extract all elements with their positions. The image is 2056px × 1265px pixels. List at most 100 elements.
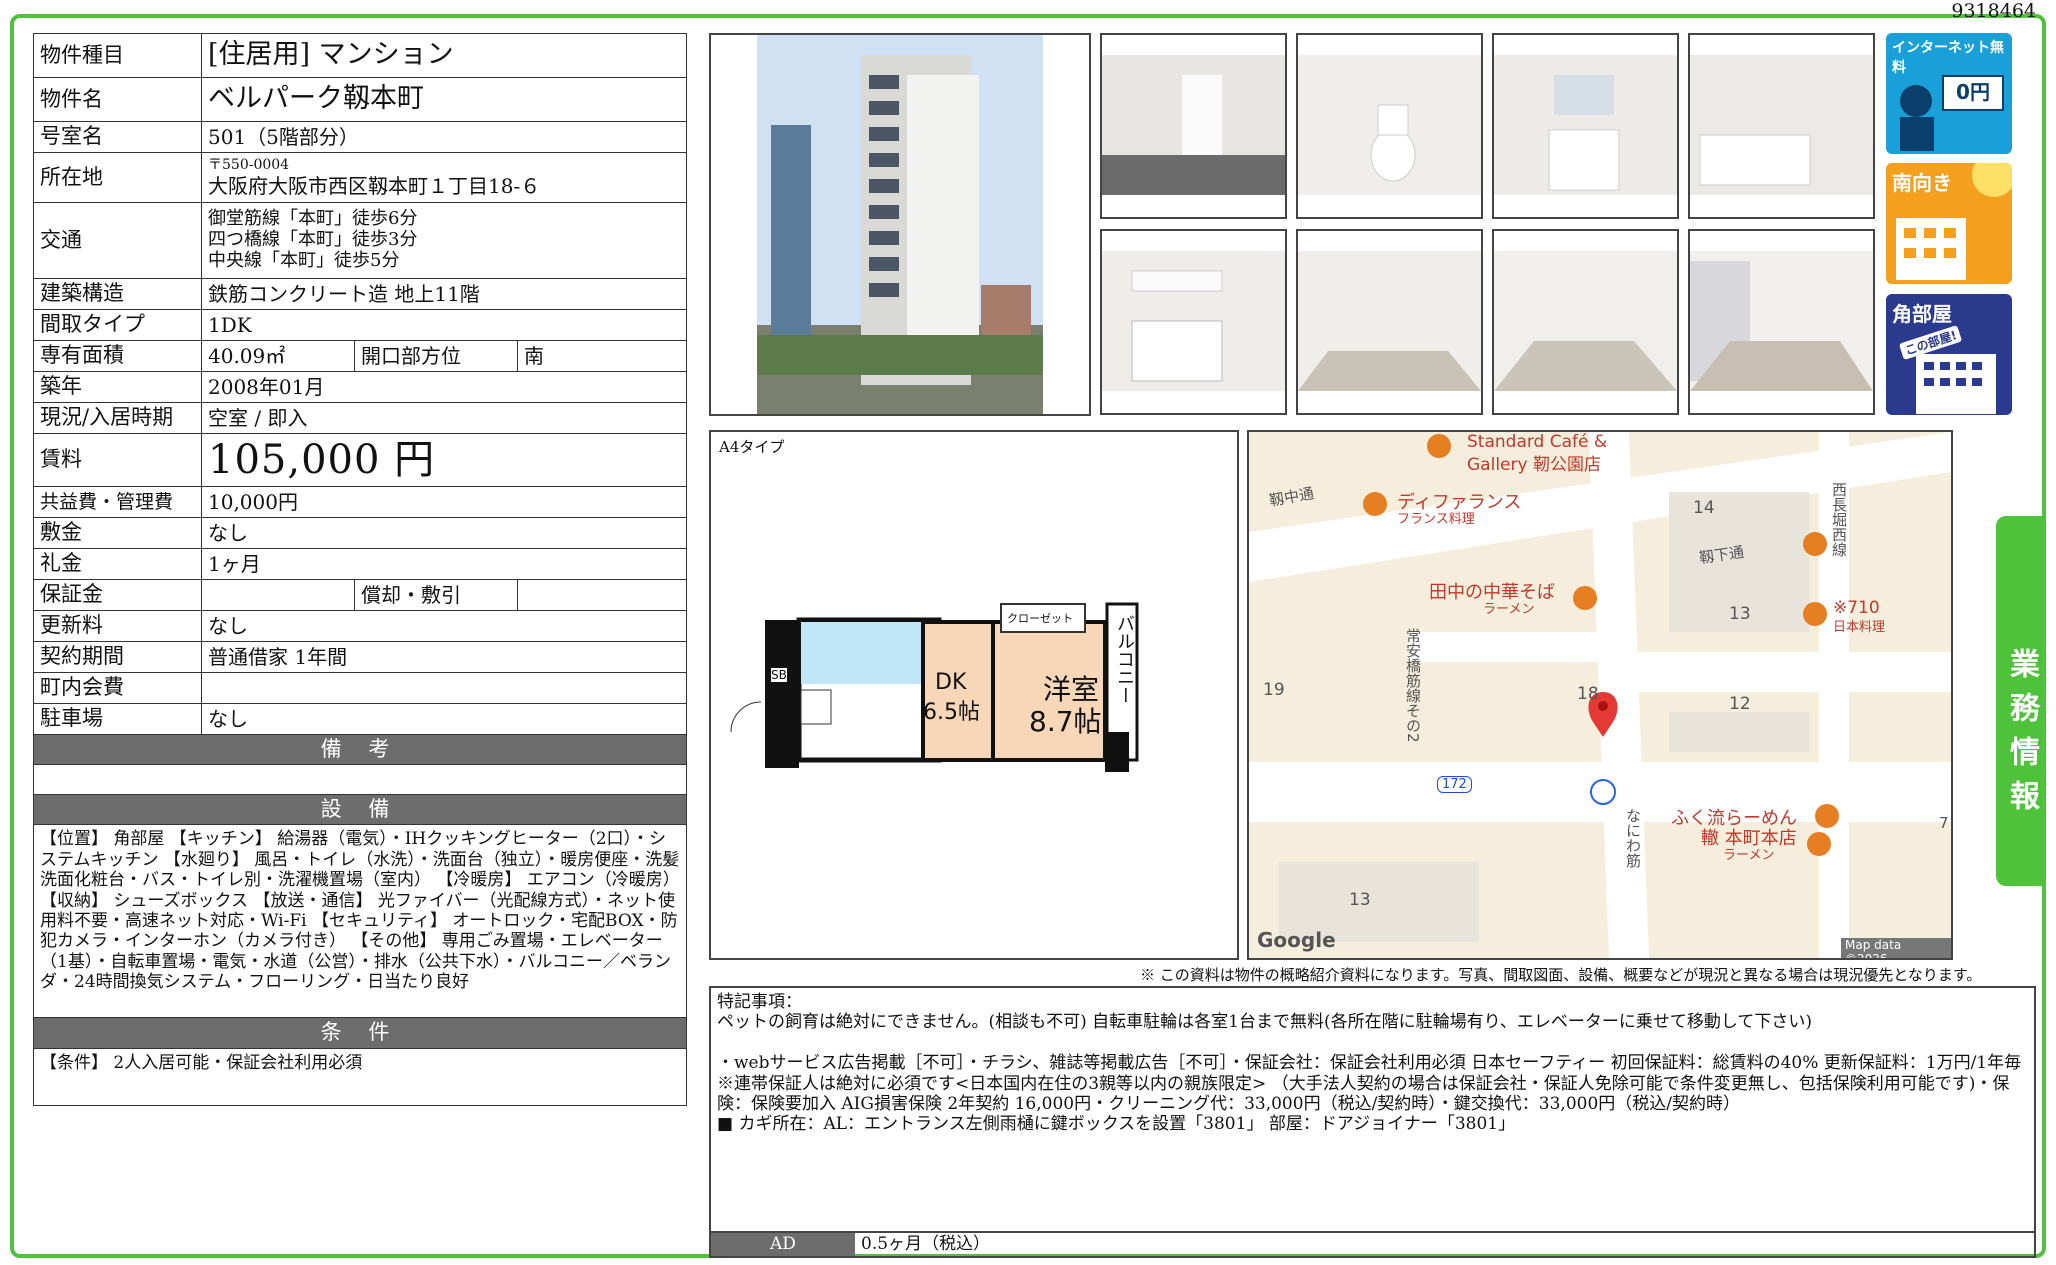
map-block-number: 13 <box>1729 604 1751 624</box>
rent-label: 賃料 <box>33 433 202 487</box>
transport-line: 中央線「本町」徒歩5分 <box>208 249 400 271</box>
rent-value: 105,000 円 <box>201 433 687 487</box>
deposit-label: 敷金 <box>33 517 202 549</box>
room-photo-entrance <box>1100 33 1287 219</box>
amort-value <box>517 579 687 611</box>
room-photo-bathroom <box>1688 33 1875 219</box>
town-fee-value <box>201 672 687 704</box>
guarantee-label: 保証金 <box>33 579 202 611</box>
contract-value: 普通借家 1年間 <box>201 641 687 673</box>
type-value: [住居用] マンション <box>201 33 687 78</box>
property-table: 物件種目 [住居用] マンション 物件名 ベルパーク靱本町 号室名 501（5階部分）… <box>33 33 687 1106</box>
renewal-label: 更新料 <box>33 610 202 642</box>
map-block-number: 18 <box>1577 684 1599 704</box>
map-road-label: なにわ筋 <box>1624 808 1642 868</box>
fee-label: 共益費・管理費 <box>33 486 202 518</box>
business-info-tab[interactable]: 業務情報 <box>1996 516 2046 886</box>
structure-label: 建築構造 <box>33 278 202 310</box>
ad-row: AD 0.5ヶ月（税込） <box>709 1231 2036 1258</box>
facing-label: 開口部方位 <box>354 340 518 372</box>
location-map[interactable]: Standard Café & Gallery 靭公園店 ディファランス フラン… <box>1247 430 1953 960</box>
room-photo-dk <box>1296 229 1483 415</box>
map-poi: フランス料理 <box>1397 512 1475 527</box>
remarks-body <box>33 764 687 796</box>
name-value: ベルパーク靱本町 <box>201 77 687 122</box>
renewal-value: なし <box>201 610 687 642</box>
room-photo-kitchen <box>1100 229 1287 415</box>
western-room-size: 8.7帖 <box>1029 705 1102 738</box>
map-block-number: 13 <box>1349 890 1371 910</box>
disclaimer: ※ この資料は物件の概略紹介資料になります。写真、間取図面、設備、概要などが現況… <box>1140 966 1982 984</box>
transport-line: 御堂筋線「本町」徒歩6分 <box>208 208 418 230</box>
fee-value: 10,000円 <box>201 486 687 518</box>
conditions-body: 【条件】 2人入居可能・保証会社利用必須 <box>33 1047 687 1106</box>
balcony-label: バルコニー <box>1114 614 1135 704</box>
notes-line: ・webサービス広告掲載［不可］・チラシ、雑誌等掲載広告［不可］・保証会社：保証… <box>717 1053 2022 1114</box>
map-poi: Standard Café & <box>1467 432 1608 452</box>
town-fee-label: 町内会費 <box>33 672 202 704</box>
room-photo-living <box>1492 229 1679 415</box>
map-poi: ラーメン <box>1723 848 1775 863</box>
document-id: 9318464 <box>1951 0 2036 22</box>
notes-line: ■ カギ所在：AL：エントランス左側雨樋に鍵ボックスを設置「3801」 部屋：ド… <box>717 1114 1516 1135</box>
ad-label: AD <box>711 1233 855 1256</box>
parking-value: なし <box>201 703 687 735</box>
closet-label: クローゼット <box>1007 612 1073 625</box>
name-label: 物件名 <box>33 77 202 122</box>
room-photo-western <box>1688 229 1875 415</box>
contract-label: 契約期間 <box>33 641 202 673</box>
entry-label: 玄関 <box>767 710 792 724</box>
map-road-label: 西長堀西線 <box>1830 482 1848 557</box>
map-block-number: 19 <box>1263 680 1285 700</box>
map-block-number: 7 <box>1939 814 1949 832</box>
key-money-value: 1ヶ月 <box>201 548 687 580</box>
built-value: 2008年01月 <box>201 371 687 403</box>
structure-value: 鉄筋コンクリート造 地上11階 <box>201 278 687 310</box>
conditions-header: 条 件 <box>33 1017 687 1049</box>
transport-line: 四つ橋線「本町」徒歩3分 <box>208 229 418 251</box>
equipment-body: 【位置】 角部屋 【キッチン】 給湯器（電気）・IHクッキングヒーター（2口）・… <box>33 824 687 1019</box>
room-photo-toilet <box>1296 33 1483 219</box>
layout-value: 1DK <box>201 309 687 341</box>
address-label: 所在地 <box>33 152 202 203</box>
map-road-label: 常安橋筋線その2 <box>1404 628 1422 743</box>
status-value: 空室 / 即入 <box>201 402 687 434</box>
building-photo <box>709 33 1091 416</box>
guarantee-value <box>201 579 355 611</box>
transport-label: 交通 <box>33 202 202 279</box>
deposit-value: なし <box>201 517 687 549</box>
map-credit: Map data ©2026 <box>1841 938 1951 958</box>
ad-value: 0.5ヶ月（税込） <box>861 1234 991 1254</box>
type-label: 物件種目 <box>33 33 202 78</box>
parking-label: 駐車場 <box>33 703 202 735</box>
built-label: 築年 <box>33 371 202 403</box>
notes-line: ペットの飼育は絶対にできません。(相談も不可) 自転車駐輪は各室1台まで無料(各… <box>717 1012 1813 1033</box>
area-value: 40.09㎡ <box>201 340 355 372</box>
facing-value: 南 <box>517 340 687 372</box>
layout-label: 間取タイプ <box>33 309 202 341</box>
equipment-header: 設 備 <box>33 794 687 826</box>
map-poi: ※710 <box>1833 598 1880 618</box>
map-block-number: 12 <box>1729 694 1751 714</box>
corner-room-badge: 角部屋 この部屋! <box>1886 294 2012 415</box>
map-block-number: 14 <box>1693 498 1715 518</box>
room-label: 号室名 <box>33 121 202 153</box>
internet-price: 0円 <box>1942 75 2004 111</box>
dk-label: DK <box>935 670 967 695</box>
google-logo: Google <box>1257 928 1336 952</box>
dk-size: 6.5帖 <box>923 700 980 725</box>
floor-plan: A4タイプ DK 6.5帖 洋室 8.7帖 クローゼット バルコニー 玄関 SB <box>709 430 1239 960</box>
south-facing-badge: 南向き <box>1886 163 2012 284</box>
internet-free-badge: インターネット無料 0円 <box>1886 33 2012 154</box>
map-poi: ラーメン <box>1483 602 1535 617</box>
status-label: 現況/入居時期 <box>33 402 202 434</box>
postal-code: 〒550-0004 <box>208 157 290 174</box>
address-value: 大阪府大阪市西区靱本町１丁目18-６ <box>208 173 541 198</box>
area-label: 専有面積 <box>33 340 202 372</box>
room-value: 501（5階部分） <box>201 121 687 153</box>
remarks-header: 備 考 <box>33 733 687 766</box>
sb-label: SB <box>771 668 787 682</box>
map-poi: Gallery 靭公園店 <box>1467 455 1601 475</box>
special-notes: 特記事項： ペットの飼育は絶対にできません。(相談も不可) 自転車駐輪は各室1台… <box>709 986 2036 1233</box>
map-poi: 日本料理 <box>1833 620 1886 635</box>
